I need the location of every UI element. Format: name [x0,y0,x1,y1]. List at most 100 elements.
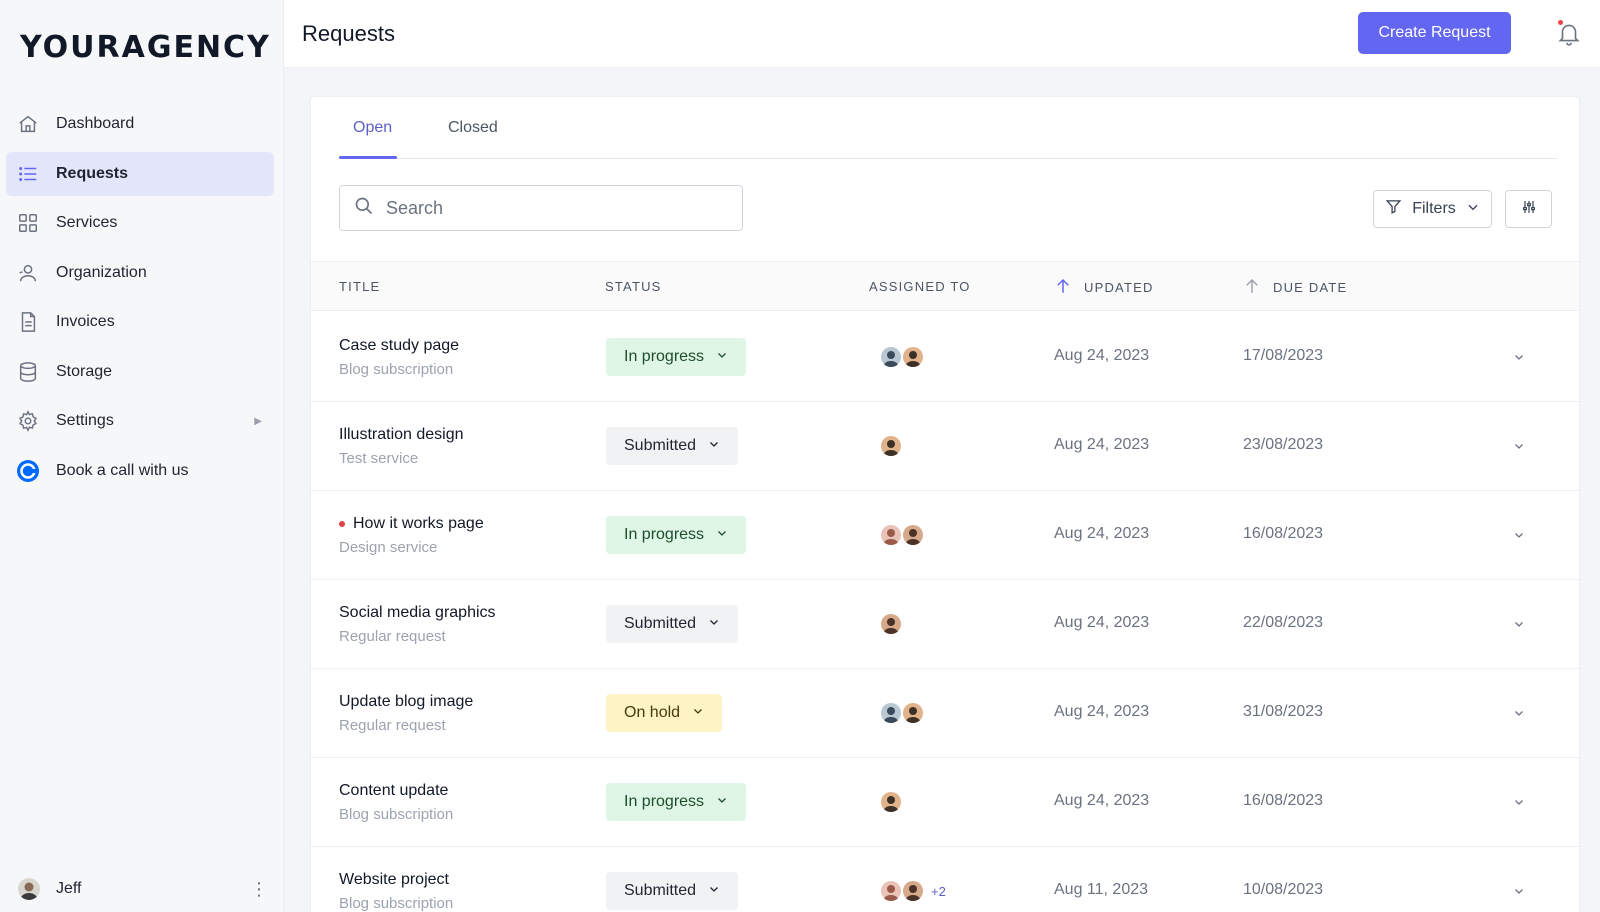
updated-date: Aug 24, 2023 [1054,703,1150,720]
column-settings-button[interactable] [1505,190,1552,228]
chevron-down-icon [708,615,720,633]
expand-row-chevron-icon[interactable] [1509,525,1529,545]
more-vertical-icon[interactable]: ⋮ [250,880,268,898]
status-label: Submitted [624,615,697,632]
table-row[interactable]: How it works page Design service In progre… [311,489,1579,580]
sidebar-item-label: Organization [56,263,147,281]
status-dropdown[interactable]: Submitted [606,872,739,910]
active-tab-indicator [339,156,397,159]
assignees[interactable]: +2 [879,879,946,903]
status-label: In progress [624,526,705,543]
sidebar-item-requests[interactable]: Requests [6,151,274,196]
due-date: 31/08/2023 [1243,703,1324,720]
column-status[interactable]: STATUS [605,279,662,294]
sidebar-nav: Dashboard Requests Services Organization… [6,102,274,498]
unread-dot [339,521,345,527]
assignees[interactable] [879,345,925,369]
table-row[interactable]: Case study page Blog subscription In progr… [311,311,1579,402]
brand-logo[interactable]: YOURAGENCY [20,30,271,65]
updated-date: Aug 24, 2023 [1054,614,1150,631]
sidebar-item-organization[interactable]: Organization [6,251,274,295]
request-title[interactable]: Website project [339,871,449,889]
status-dropdown[interactable]: In progress [606,516,747,554]
request-service: Regular request [339,628,446,645]
request-title[interactable]: Content update [339,782,448,800]
request-title[interactable]: How it works page [339,515,484,533]
sidebar-item-book-call[interactable]: Book a call with us [6,449,274,493]
expand-row-chevron-icon[interactable] [1509,436,1529,456]
chevron-down-icon [716,348,728,366]
expand-row-chevron-icon[interactable] [1509,881,1529,901]
notification-dot [1558,20,1563,25]
sidebar-item-settings[interactable]: Settings ▶ [6,399,274,443]
assignees[interactable] [879,790,903,814]
table-row[interactable]: Illustration design Test service Submitted… [311,400,1579,491]
expand-row-chevron-icon[interactable] [1509,347,1529,367]
chevron-down-icon [708,882,720,900]
grid-icon [16,211,40,235]
expand-row-chevron-icon[interactable] [1509,792,1529,812]
column-assigned[interactable]: ASSIGNED TO [869,279,971,294]
top-header: Requests Create Request [284,0,1600,68]
tab-open[interactable]: Open [353,119,392,137]
assignees[interactable] [879,612,903,636]
sidebar: YOURAGENCY Dashboard Requests Services O… [0,0,284,912]
assignee-avatar [879,879,903,903]
chevron-down-icon [692,704,704,722]
request-title[interactable]: Illustration design [339,426,464,444]
filters-button[interactable]: Filters [1373,190,1492,228]
status-dropdown[interactable]: On hold [606,694,723,732]
page-title: Requests [302,21,395,46]
table-row[interactable]: Website project Blog subscription Submitte… [311,845,1579,912]
assignee-avatar [879,523,903,547]
status-label: Submitted [624,437,697,454]
column-due-date[interactable]: DUE DATE [1243,276,1347,299]
request-title-text: Update blog image [339,693,474,710]
assignees[interactable] [879,701,925,725]
due-date: 17/08/2023 [1243,347,1324,364]
sliders-icon [1521,199,1537,220]
request-title-text: Social media graphics [339,604,496,621]
assignee-avatar [879,612,903,636]
sidebar-item-invoices[interactable]: Invoices [6,300,274,344]
create-request-button[interactable]: Create Request [1358,12,1511,54]
sidebar-item-dashboard[interactable]: Dashboard [6,102,274,146]
status-dropdown[interactable]: Submitted [606,605,739,643]
sidebar-item-services[interactable]: Services [6,201,274,245]
request-title[interactable]: Social media graphics [339,604,496,622]
table-row[interactable]: Update blog image Regular request On hold A… [311,667,1579,758]
column-updated[interactable]: UPDATED [1054,276,1154,299]
table-row[interactable]: Social media graphics Regular request Subm… [311,578,1579,669]
assignees[interactable] [879,523,925,547]
sort-arrow-up-icon [1243,276,1261,299]
column-title[interactable]: TITLE [339,279,380,294]
list-icon [16,162,40,186]
expand-row-chevron-icon[interactable] [1509,614,1529,634]
request-service: Test service [339,450,419,467]
assignee-avatar [901,879,925,903]
submenu-caret-icon: ▶ [254,415,262,427]
assignees[interactable] [879,434,903,458]
assignee-avatar [901,345,925,369]
assignee-avatar [901,701,925,725]
sidebar-item-storage[interactable]: Storage [6,350,274,394]
chevron-down-icon [716,526,728,544]
request-title[interactable]: Case study page [339,337,459,355]
search-input[interactable] [386,197,706,219]
tab-closed[interactable]: Closed [448,119,498,137]
status-dropdown[interactable]: In progress [606,338,747,376]
due-date: 16/08/2023 [1243,792,1324,809]
user-profile[interactable]: Jeff ⋮ [18,874,276,904]
search-box[interactable] [339,185,743,231]
expand-row-chevron-icon[interactable] [1509,703,1529,723]
status-dropdown[interactable]: In progress [606,783,747,821]
status-dropdown[interactable]: Submitted [606,427,739,465]
avatar [18,878,40,900]
more-assignees-count[interactable]: +2 [931,884,946,899]
due-date: 10/08/2023 [1243,881,1324,898]
request-service: Design service [339,539,438,556]
database-icon [16,360,40,384]
request-title[interactable]: Update blog image [339,693,473,711]
home-icon [16,112,40,136]
table-row[interactable]: Content update Blog subscription In progre… [311,756,1579,847]
